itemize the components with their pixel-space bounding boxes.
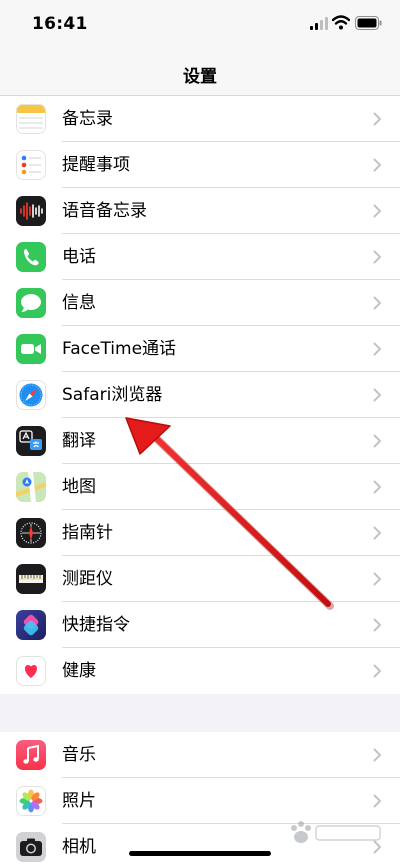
status-bar: 16:41 (0, 0, 400, 48)
row-label: 翻译 (62, 431, 96, 451)
row-label: 音乐 (62, 745, 96, 765)
health-icon (16, 656, 46, 686)
settings-row-voice-memos[interactable]: 语音备忘录 (0, 188, 400, 234)
row-label: 指南针 (62, 523, 113, 543)
reminders-icon (16, 150, 46, 180)
chevron-right-icon (373, 748, 381, 762)
measure-icon (16, 564, 46, 594)
page-title: 设置 (183, 67, 217, 87)
settings-row-notes[interactable]: 备忘录 (0, 96, 400, 142)
settings-row-shortcuts[interactable]: 快捷指令 (0, 602, 400, 648)
phone-icon (16, 242, 46, 272)
compass-icon (16, 518, 46, 548)
chevron-right-icon (373, 618, 381, 632)
settings-row-messages[interactable]: 信息 (0, 280, 400, 326)
notes-icon (16, 104, 46, 134)
settings-row-translate[interactable]: 翻译 (0, 418, 400, 464)
settings-row-maps[interactable]: 地图 (0, 464, 400, 510)
chevron-right-icon (373, 112, 381, 126)
shortcuts-icon (16, 610, 46, 640)
settings-row-phone[interactable]: 电话 (0, 234, 400, 280)
messages-icon (16, 288, 46, 318)
settings-row-compass[interactable]: 指南针 (0, 510, 400, 556)
row-label: 相机 (62, 837, 96, 857)
safari-icon (16, 380, 46, 410)
row-label: 电话 (62, 247, 96, 267)
photos-icon (16, 786, 46, 816)
row-label: Safari浏览器 (62, 385, 163, 405)
row-label: 快捷指令 (62, 615, 130, 635)
maps-icon (16, 472, 46, 502)
settings-row-music[interactable]: 音乐 (0, 732, 400, 778)
settings-screen: 16:41 设置 备忘录 提醒事项 语音备忘录 电话 信息 FaceTime通话… (0, 0, 400, 866)
row-label: 健康 (62, 661, 96, 681)
settings-row-facetime[interactable]: FaceTime通话 (0, 326, 400, 372)
settings-row-reminders[interactable]: 提醒事项 (0, 142, 400, 188)
chevron-right-icon (373, 342, 381, 356)
watermark-logo-icon (291, 821, 381, 843)
row-label: 地图 (62, 477, 96, 497)
translate-icon (16, 426, 46, 456)
settings-row-measure[interactable]: 测距仪 (0, 556, 400, 602)
chevron-right-icon (373, 434, 381, 448)
cellular-signal-icon (310, 17, 328, 30)
chevron-right-icon (373, 250, 381, 264)
music-icon (16, 740, 46, 770)
settings-row-health[interactable]: 健康 (0, 648, 400, 694)
row-label: 提醒事项 (62, 155, 130, 175)
row-label: 语音备忘录 (62, 201, 147, 221)
chevron-right-icon (373, 480, 381, 494)
chevron-right-icon (373, 158, 381, 172)
settings-group-apps: 备忘录 提醒事项 语音备忘录 电话 信息 FaceTime通话 Safari浏览… (0, 96, 400, 694)
facetime-icon (16, 334, 46, 364)
status-time: 16:41 (32, 14, 88, 34)
row-label: 测距仪 (62, 569, 113, 589)
chevron-right-icon (373, 204, 381, 218)
chevron-right-icon (373, 572, 381, 586)
navigation-bar: 设置 (0, 48, 400, 96)
chevron-right-icon (373, 526, 381, 540)
battery-icon (355, 16, 382, 30)
chevron-right-icon (373, 664, 381, 678)
row-label: FaceTime通话 (62, 339, 177, 359)
home-indicator[interactable] (129, 851, 271, 856)
chevron-right-icon (373, 388, 381, 402)
row-label: 备忘录 (62, 109, 113, 129)
wifi-icon (332, 15, 350, 30)
row-label: 照片 (62, 791, 96, 811)
voice-memos-icon (16, 196, 46, 226)
settings-row-safari[interactable]: Safari浏览器 (0, 372, 400, 418)
chevron-right-icon (373, 296, 381, 310)
camera-icon (16, 832, 46, 862)
row-label: 信息 (62, 293, 96, 313)
chevron-right-icon (373, 794, 381, 808)
